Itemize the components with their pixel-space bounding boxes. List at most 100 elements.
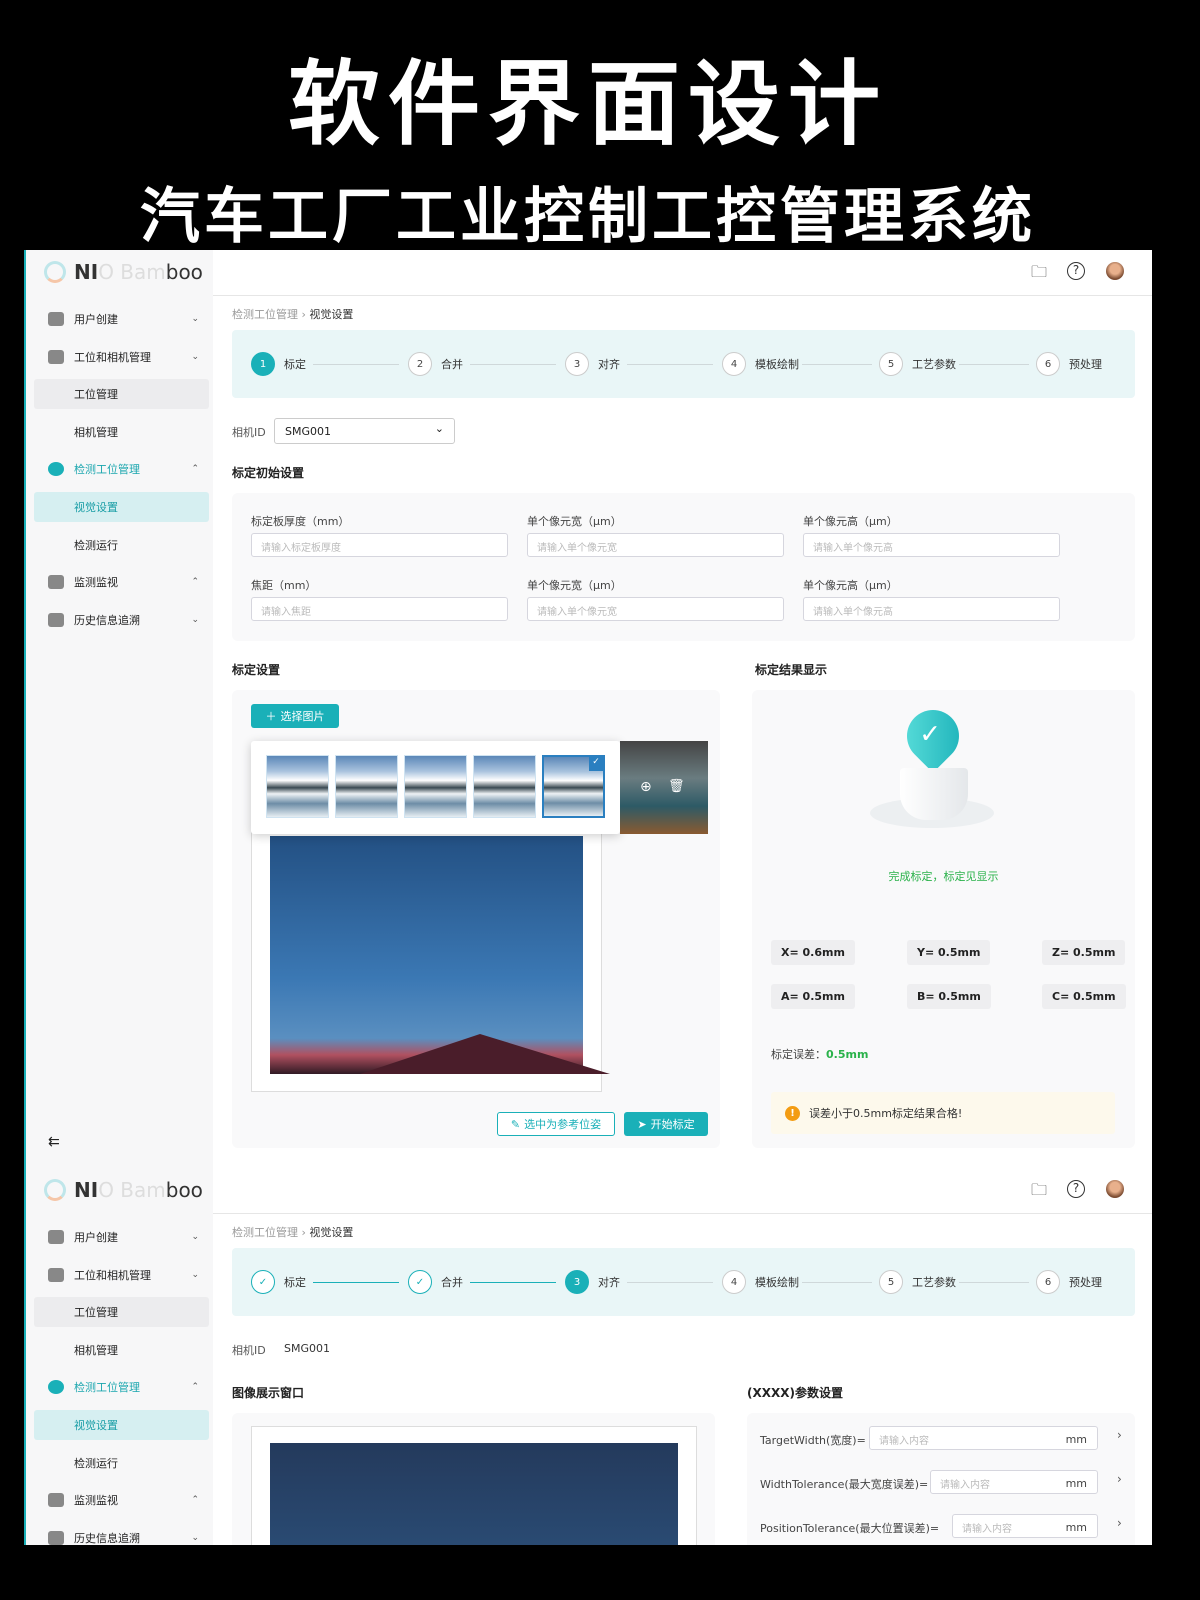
field-label: 单个像元宽（μm） (527, 515, 622, 528)
chevron-icon[interactable]: ⌄ (191, 1270, 199, 1280)
sidebar-item-label: 工位和相机管理 (74, 1268, 151, 1282)
user-avatar[interactable] (1106, 1180, 1124, 1198)
sidebar-item[interactable]: 检测工位管理 ⌃ (34, 454, 209, 484)
sidebar-item-label: 历史信息追溯 (74, 613, 140, 627)
field-input[interactable]: 请输入标定板厚度 (251, 533, 508, 557)
sidebar-item[interactable]: 检测工位管理 ⌃ (34, 1372, 209, 1402)
banner-title: 软件界面设计 (287, 51, 888, 158)
sidebar-item[interactable]: 工位管理 (34, 1297, 209, 1328)
step-3[interactable]: 3 对齐 (565, 1270, 620, 1294)
chevron-right-icon[interactable]: › (1117, 1472, 1122, 1486)
sidebar-item-label: 历史信息追溯 (74, 1531, 140, 1545)
param-placeholder: 请输入内容 (940, 1480, 990, 1491)
params-panel: TargetWidth(宽度)= 请输入内容 mm › WidthTolerance(最… (747, 1413, 1135, 1545)
sidebar-item[interactable]: 视觉设置 (34, 492, 209, 522)
step-number: 2 (408, 352, 432, 376)
image-thumbnail[interactable] (404, 755, 467, 818)
set-reference-button[interactable]: ✎ 选中为参考位姿 (497, 1112, 615, 1136)
field-input[interactable]: 请输入单个像元宽 (527, 533, 784, 557)
folder-icon[interactable]: 🗀 (1029, 1180, 1049, 1200)
step-1[interactable]: 1 标定 (251, 352, 306, 376)
main-image[interactable] (270, 836, 610, 1074)
breadcrumb-parent[interactable]: 检测工位管理 (232, 1226, 298, 1239)
step-2[interactable]: 2 合并 (408, 352, 463, 376)
error-value: 0.5mm (826, 1048, 869, 1061)
step-1[interactable]: ✓ 标定 (251, 1270, 306, 1294)
chevron-icon[interactable]: ⌃ (191, 577, 199, 587)
chevron-icon[interactable]: ⌃ (191, 1495, 199, 1505)
breadcrumb-parent[interactable]: 检测工位管理 (232, 308, 298, 321)
logo-text: NIO Bamboo (74, 260, 203, 284)
param-unit: mm (1065, 1433, 1087, 1446)
collapse-sidebar-icon[interactable]: ⇇ (48, 1134, 60, 1150)
select-image-button[interactable]: ＋选择图片 (251, 704, 339, 728)
param-input[interactable]: 请输入内容 mm (952, 1514, 1098, 1538)
camera-id-select[interactable]: SMG001 ⌄ (274, 418, 455, 444)
zoom-in-icon[interactable]: ⊕ (640, 779, 652, 795)
chevron-right-icon[interactable]: › (1117, 1428, 1122, 1442)
check-icon: ✓ (251, 1270, 275, 1294)
params-title: (XXXX)参数设置 (747, 1386, 843, 1400)
field-label: 单个像元高（μm） (803, 579, 898, 592)
step-number: 6 (1036, 1270, 1060, 1294)
sidebar-item[interactable]: 用户创建 ⌄ (34, 1222, 209, 1252)
sidebar-item[interactable]: 工位管理 (34, 379, 209, 410)
user-avatar[interactable] (1106, 262, 1124, 280)
chevron-icon[interactable]: ⌃ (191, 1382, 199, 1392)
image-thumbnail[interactable]: ✓ (542, 755, 605, 818)
chevron-icon[interactable]: ⌄ (191, 615, 199, 625)
display-image[interactable] (270, 1443, 678, 1545)
sidebar-item[interactable]: 用户创建 ⌄ (34, 304, 209, 334)
sidebar-item[interactable]: 检测运行 (34, 530, 209, 560)
sidebar-item[interactable]: 相机管理 (34, 417, 209, 447)
sidebar-item[interactable]: 监测监视 ⌃ (34, 1485, 209, 1515)
field-label: 焦距（mm） (251, 579, 317, 592)
sidebar-item[interactable]: 视觉设置 (34, 1410, 209, 1440)
monitor-icon (48, 575, 64, 590)
sidebar-item[interactable]: 相机管理 (34, 1335, 209, 1365)
sidebar-item[interactable]: 检测运行 (34, 1448, 209, 1478)
sidebar-item[interactable]: 历史信息追溯 ⌄ (34, 1523, 209, 1545)
param-input[interactable]: 请输入内容 mm (869, 1426, 1098, 1450)
step-5[interactable]: 5 工艺参数 (879, 1270, 956, 1294)
start-calibration-button[interactable]: ➤ 开始标定 (624, 1112, 708, 1136)
param-input[interactable]: 请输入内容 mm (930, 1470, 1098, 1494)
sidebar-item[interactable]: 历史信息追溯 ⌄ (34, 605, 209, 635)
preview-image[interactable]: ⊕ 🗑 (620, 741, 708, 834)
sidebar-item[interactable]: 工位和相机管理 ⌄ (34, 342, 209, 372)
chevron-icon[interactable]: ⌄ (191, 1232, 199, 1242)
success-pin-icon: ✓ (896, 699, 970, 773)
image-thumbnail[interactable] (335, 755, 398, 818)
field-input[interactable]: 请输入单个像元高 (803, 533, 1060, 557)
folder-icon[interactable]: 🗀 (1029, 262, 1049, 282)
step-4[interactable]: 4 模板绘制 (722, 1270, 799, 1294)
field-input[interactable]: 请输入单个像元高 (803, 597, 1060, 621)
chevron-icon[interactable]: ⌄ (191, 314, 199, 324)
chevron-icon[interactable]: ⌃ (191, 464, 199, 474)
image-thumbnail[interactable] (266, 755, 329, 818)
sidebar-item-label: 监测监视 (74, 1494, 118, 1508)
chevron-icon[interactable]: ⌄ (191, 352, 199, 362)
step-2[interactable]: ✓ 合并 (408, 1270, 463, 1294)
result-value-chip: Z= 0.5mm (1042, 940, 1126, 965)
step-3[interactable]: 3 对齐 (565, 352, 620, 376)
sidebar-item[interactable]: 监测监视 ⌃ (34, 567, 209, 597)
delete-icon[interactable]: 🗑 (668, 779, 685, 794)
step-number: 6 (1036, 352, 1060, 376)
image-thumbnail[interactable] (473, 755, 536, 818)
image-frame (251, 1426, 697, 1545)
field-input[interactable]: 请输入焦距 (251, 597, 508, 621)
param-placeholder: 请输入内容 (879, 1436, 929, 1447)
step-6[interactable]: 6 预处理 (1036, 352, 1102, 376)
field-input[interactable]: 请输入单个像元宽 (527, 597, 784, 621)
step-6[interactable]: 6 预处理 (1036, 1270, 1102, 1294)
help-icon[interactable]: ? (1067, 262, 1085, 280)
step-4[interactable]: 4 模板绘制 (722, 352, 799, 376)
help-icon[interactable]: ? (1067, 1180, 1085, 1198)
user-icon (48, 1230, 64, 1244)
step-5[interactable]: 5 工艺参数 (879, 352, 956, 376)
error-label: 标定误差：0.5mm (771, 1046, 868, 1062)
chevron-icon[interactable]: ⌄ (191, 1533, 199, 1543)
chevron-right-icon[interactable]: › (1117, 1516, 1122, 1530)
sidebar-item[interactable]: 工位和相机管理 ⌄ (34, 1260, 209, 1290)
